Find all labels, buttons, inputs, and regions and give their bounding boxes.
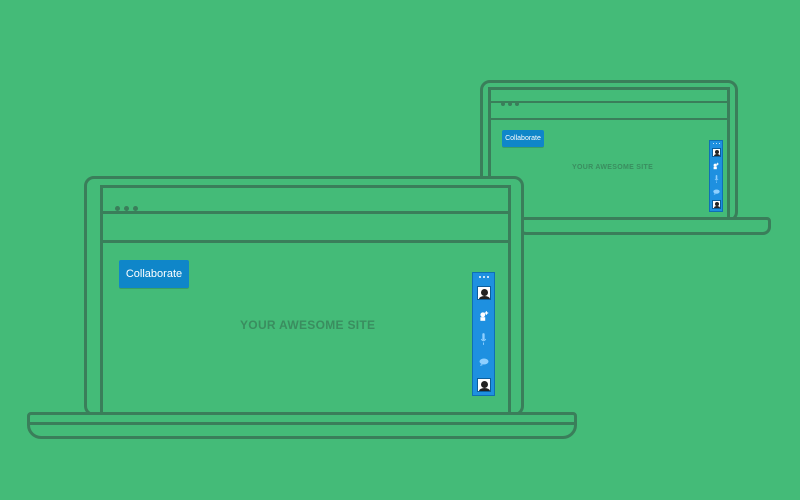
small-site-label: YOUR AWESOME SITE bbox=[572, 164, 654, 171]
large-site-label: YOUR AWESOME SITE bbox=[240, 318, 376, 332]
small-add-user-icon[interactable] bbox=[710, 159, 722, 172]
large-collab-toolbar bbox=[472, 272, 495, 396]
large-laptop-base bbox=[27, 412, 577, 439]
small-browser-divider-2 bbox=[491, 118, 727, 120]
small-collab-toolbar bbox=[709, 140, 723, 212]
small-microphone-icon[interactable] bbox=[710, 172, 722, 185]
large-chat-icon[interactable] bbox=[473, 350, 494, 373]
large-browser-divider-2 bbox=[103, 240, 508, 243]
small-user-avatar-icon-2[interactable] bbox=[710, 198, 722, 211]
large-browser-window: Collaborate YOUR AWESOME SITE bbox=[100, 185, 511, 419]
large-microphone-icon[interactable] bbox=[473, 327, 494, 350]
large-laptop-screen: Collaborate YOUR AWESOME SITE bbox=[84, 176, 524, 419]
small-user-avatar-icon[interactable] bbox=[710, 146, 722, 159]
large-user-avatar-icon-2[interactable] bbox=[473, 373, 494, 396]
large-user-avatar-icon[interactable] bbox=[473, 281, 494, 304]
small-browser-window: Collaborate YOUR AWESOME SITE bbox=[488, 87, 730, 223]
large-collaborate-button[interactable]: Collaborate bbox=[119, 260, 189, 288]
large-add-user-icon[interactable] bbox=[473, 304, 494, 327]
small-browser-divider-1 bbox=[491, 101, 727, 103]
small-collaborate-button[interactable]: Collaborate bbox=[502, 130, 544, 147]
large-browser-divider-1 bbox=[103, 211, 508, 214]
large-laptop-base-line bbox=[30, 422, 574, 425]
small-chat-icon[interactable] bbox=[710, 185, 722, 198]
small-laptop-base bbox=[518, 217, 771, 235]
